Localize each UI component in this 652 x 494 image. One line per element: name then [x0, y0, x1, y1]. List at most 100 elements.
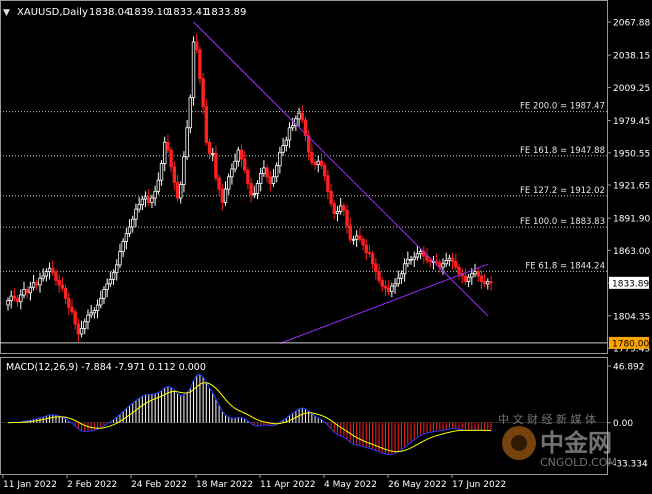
trendlines[interactable]: [193, 21, 489, 344]
candle-body: [70, 306, 74, 313]
candle-body: [99, 297, 103, 306]
candle-body: [83, 321, 87, 329]
candle-body: [329, 190, 333, 204]
candle-body: [338, 205, 343, 212]
candle-body: [41, 275, 45, 279]
ohlc-open: 1838.04: [89, 7, 130, 18]
candle-body: [207, 141, 212, 154]
price-tick-label: 1804.35: [613, 312, 650, 322]
candle-body: [406, 258, 410, 265]
candle-body: [92, 310, 97, 314]
candle-body: [15, 297, 20, 303]
candle-body: [361, 238, 365, 246]
candle-body: [38, 277, 42, 286]
candle-body: [22, 289, 26, 296]
candle-body: [386, 287, 391, 293]
candle-body: [310, 151, 314, 163]
watermark-tagline: 中 文 财 经 新 媒 体: [498, 412, 596, 426]
candle-body: [121, 241, 125, 252]
ohlc-high: 1839.10: [128, 7, 169, 18]
candle-body: [262, 167, 266, 174]
candle-body: [489, 281, 493, 284]
ohlc-low: 1833.41: [167, 7, 208, 18]
candle-body: [482, 281, 487, 285]
candle-body: [230, 168, 234, 178]
price-tick-label: 2067.88: [613, 19, 650, 29]
ohlc-close: 1833.89: [205, 7, 246, 18]
candle-body: [441, 263, 445, 268]
candle-body: [51, 267, 55, 274]
candle-body: [220, 188, 225, 203]
candle-body: [463, 275, 468, 283]
price-tick-label: 1891.90: [613, 215, 650, 225]
candle-body: [185, 127, 189, 158]
symbol-timeframe-label: XAUUSD,Daily: [17, 7, 88, 18]
fib-level-label: FE 200.0 = 1987.47: [520, 102, 605, 112]
candle-body: [342, 205, 346, 211]
marker-price-label: 1780.00: [612, 339, 649, 349]
candle-body: [188, 97, 193, 129]
price-tick-label: 2009.25: [613, 84, 650, 94]
candle-body: [108, 278, 113, 285]
candle-body: [44, 271, 49, 277]
candle-body: [454, 261, 458, 268]
candle-body: [233, 160, 237, 170]
time-tick-label: 11 Apr 2022: [260, 480, 316, 490]
price-tick-label: 1921.65: [613, 182, 650, 192]
fib-level-label: FE 161.8 = 1947.88: [520, 146, 605, 156]
candle-body: [271, 176, 276, 184]
candle-body: [444, 260, 448, 265]
candle-body: [137, 204, 141, 210]
price-tick-label: 1950.55: [613, 149, 650, 159]
watermark-brand: 中金网: [540, 429, 612, 457]
candle-body: [169, 149, 173, 168]
candle-body: [28, 286, 33, 294]
macd-main-line: [7, 373, 492, 456]
candle-body: [204, 106, 209, 143]
candle-body: [313, 161, 317, 165]
candle-body: [111, 272, 116, 280]
candle-body: [140, 198, 145, 206]
candle-body: [25, 289, 29, 294]
candle-body: [217, 177, 221, 190]
time-tick-label: 18 Mar 2022: [196, 480, 253, 490]
candle-body: [131, 218, 135, 228]
fibonacci-levels: FE 200.0 = 1987.47 FE 161.8 = 1947.88 FE 1…: [0, 102, 607, 272]
fib-level-label: FE 100.0 = 1883.83: [520, 217, 605, 227]
candle-body: [227, 176, 231, 190]
candle-body: [268, 176, 272, 184]
candle-body: [201, 78, 205, 107]
candle-body: [470, 273, 474, 278]
candle-body: [89, 312, 93, 316]
price-chart[interactable]: FE 200.0 = 1987.47 FE 161.8 = 1947.88 FE 1…: [0, 0, 652, 494]
candle-body: [473, 271, 477, 275]
candle-body: [223, 188, 228, 203]
chart-menu-chevron-icon[interactable]: ▼: [3, 8, 10, 18]
candle-body: [198, 49, 202, 80]
candle-body: [153, 190, 157, 199]
candle-body: [236, 149, 241, 162]
candle-body: [73, 311, 77, 325]
candle-body: [195, 41, 199, 51]
candle-body: [284, 139, 288, 147]
candle-body: [367, 252, 372, 255]
candle-body: [402, 263, 407, 275]
candle-body: [457, 266, 461, 275]
candle-body: [147, 196, 151, 203]
candle-body: [281, 145, 285, 153]
candle-body: [214, 153, 218, 179]
candle-body: [335, 210, 340, 215]
candlestick-series: [6, 34, 493, 342]
candle-body: [374, 263, 378, 272]
candle-body: [364, 244, 368, 254]
candle-body: [428, 260, 432, 262]
candle-body: [105, 283, 109, 290]
candle-body: [380, 280, 384, 287]
candle-body: [79, 328, 84, 335]
candle-body: [127, 226, 132, 235]
candle-body: [274, 165, 279, 178]
candle-body: [476, 271, 480, 277]
candle-body: [166, 141, 170, 151]
candle-body: [67, 297, 71, 308]
time-tick-label: 4 May 2022: [324, 480, 377, 490]
